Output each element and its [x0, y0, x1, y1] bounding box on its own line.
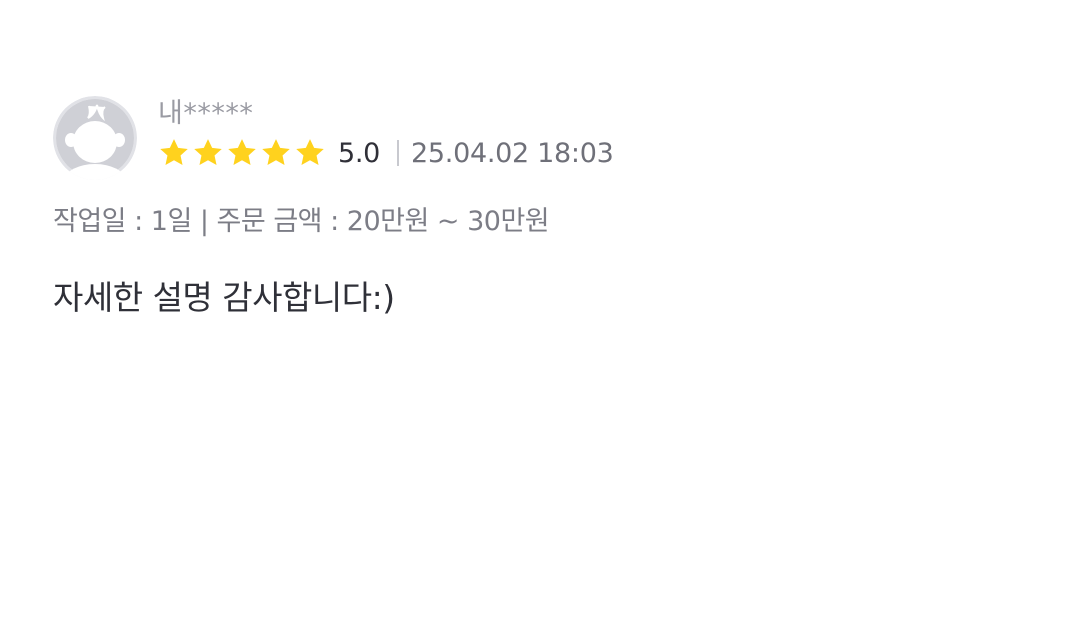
rating-row: 5.0 25.04.02 18:03	[158, 137, 614, 169]
reviewer-name: 내*****	[158, 98, 254, 129]
star-icon	[226, 137, 258, 169]
review-date: 25.04.02 18:03	[411, 137, 614, 169]
review-item: 내***** 5.0 25.04.02 18:03 작업일: 1일 | 주문 …	[53, 96, 1033, 318]
review-comment: 자세한 설명 감사합니다:)	[53, 278, 395, 317]
rating-score: 5.0	[338, 137, 381, 169]
review-meta: 내***** 5.0 25.04.02 18:03	[158, 96, 614, 169]
divider	[397, 140, 400, 166]
star-icon	[260, 137, 292, 169]
review-header: 내***** 5.0 25.04.02 18:03	[53, 96, 1033, 180]
star-icon	[294, 137, 326, 169]
star-rating	[158, 137, 326, 169]
work-info: 작업일 : 1일 | 주문 금액 : 20만원 ~ 30만원	[53, 206, 550, 237]
star-icon	[158, 137, 190, 169]
default-avatar-icon	[53, 96, 137, 180]
star-icon	[192, 137, 224, 169]
